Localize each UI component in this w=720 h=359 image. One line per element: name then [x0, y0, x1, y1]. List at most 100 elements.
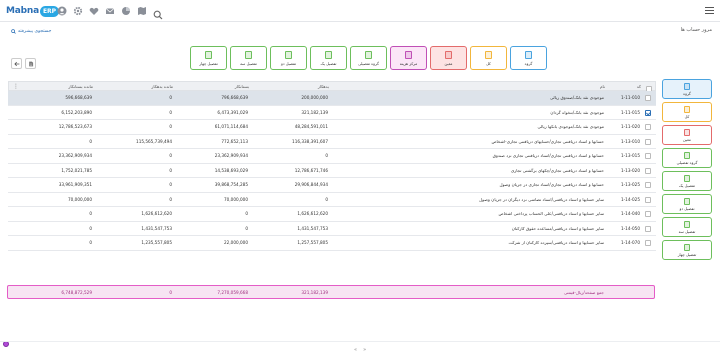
row-checkbox[interactable] [645, 138, 651, 145]
ledger-icon [684, 243, 690, 251]
group-button[interactable]: گروه تفصیلی [350, 46, 387, 70]
cell-code: 1-13-020 [620, 167, 640, 173]
ledger-icon [684, 197, 690, 205]
search-icon[interactable] [153, 5, 164, 20]
cell-balance-debit: 0 [169, 182, 172, 188]
header-balance-debit[interactable]: مانده بدهکار [93, 84, 173, 89]
arrow-left-icon [13, 61, 19, 66]
header-balance-credit[interactable]: مانده بستانکار [13, 84, 93, 89]
ledger-icon [405, 50, 412, 59]
cell-balance-debit: 1,626,612,620 [141, 211, 172, 217]
header-code[interactable]: کد [607, 84, 641, 89]
sidebar-level-button[interactable]: تفصیل چهار [662, 240, 712, 260]
header-credit[interactable]: بستانکار [173, 84, 249, 89]
table-row[interactable]: 596,668,639 0 796,668,639 200,000,000 موجودی… [8, 91, 656, 106]
cell-debit: 1,626,612,620 [297, 211, 328, 217]
total-balance-credit: 6,748,872,529 [61, 290, 92, 295]
user-icon[interactable] [56, 5, 67, 16]
cell-balance-credit: 596,668,639 [65, 95, 92, 101]
cell-debit: 0 [325, 153, 328, 159]
search-icon [11, 29, 16, 34]
table-row[interactable]: 0 1,431,547,753 0 1,431,547,753 سایر حسابها … [8, 222, 656, 236]
table-row[interactable]: 23,362,909,934 0 23,362,909,934 0 حسابها و ا… [8, 149, 656, 164]
table-row[interactable]: 0 1,235,557,805 22,000,000 1,257,557,805 سای… [8, 236, 656, 251]
table-row[interactable]: 6,152,203,890 0 6,473,391,029 321,182,139 مو… [8, 106, 656, 120]
cell-balance-credit: 0 [89, 211, 92, 217]
sidebar-level-label: کل [684, 113, 690, 119]
group-button[interactable]: کل [470, 46, 507, 70]
cell-name: سایر حسابها و اسناد دریافتنی/اسناد تضامن… [479, 196, 604, 202]
cell-credit: 70,000,000 [224, 196, 248, 202]
group-button-label: گروه [524, 60, 533, 66]
mail-icon[interactable] [104, 5, 115, 16]
table-row[interactable]: 0 1,626,612,620 0 1,626,612,620 سایر حسابها … [8, 207, 656, 222]
group-level-buttons: گروه کل معین مرکز هزینه گروه تفصیلی تفصیل یک ت… [190, 46, 547, 70]
table-row[interactable]: 70,000,000 0 70,000,000 0 سایر حسابها و اسنا… [8, 193, 656, 207]
menu-icon[interactable] [705, 7, 714, 15]
cell-debit: 48,284,591,011 [294, 124, 328, 130]
cell-balance-credit: 12,786,523,673 [58, 124, 92, 130]
row-checkbox[interactable] [645, 196, 651, 203]
group-button-label: تفصیل یک [320, 60, 337, 66]
group-button[interactable]: گروه [510, 46, 547, 70]
table-row[interactable]: 12,786,523,673 0 61,071,114,684 48,284,591,… [8, 120, 656, 135]
next-page-button[interactable]: » [363, 347, 366, 353]
ledger-icon [684, 105, 690, 113]
cell-balance-debit: 115,565,739,494 [136, 138, 172, 144]
logo[interactable]: Mabna ERP [6, 4, 60, 18]
sidebar-level-label: معین [683, 136, 691, 142]
sidebar-level-button[interactable]: تفصیل دو [662, 194, 712, 214]
sidebar-level-button[interactable]: معین [662, 125, 712, 145]
cell-name: حسابها و اسناد دریافتنی تجاری/اسناد تجار… [499, 182, 604, 188]
cell-code: 1-11-020 [620, 124, 640, 130]
cell-debit: 116,338,391,607 [292, 138, 328, 144]
row-checkbox[interactable] [645, 182, 651, 188]
pie-chart-icon[interactable] [120, 5, 131, 16]
group-button[interactable]: مرکز هزینه [390, 46, 427, 70]
row-checkbox[interactable] [645, 225, 651, 232]
row-checkbox[interactable] [645, 211, 651, 217]
header-debit[interactable]: بدهکار [249, 84, 329, 89]
table-row[interactable]: 0 115,565,739,494 772,652,113 116,338,391,6… [8, 135, 656, 149]
group-button[interactable]: تفصیل چهار [190, 46, 227, 70]
cell-code: 1-14-040 [620, 211, 640, 217]
prev-page-button[interactable]: « [354, 347, 357, 353]
cell-balance-credit: 23,362,909,934 [58, 153, 92, 159]
table-row[interactable]: 1,752,021,785 0 14,538,693,029 12,786,671,7… [8, 164, 656, 178]
cell-name: سایر حسابها و اسناد دریافتنی/مساعده حقوق… [511, 225, 604, 231]
group-button[interactable]: تفصیل دو [270, 46, 307, 70]
export-button[interactable] [25, 58, 36, 69]
logo-text: Mabna [6, 6, 39, 16]
cell-name: سایر حسابها و اسناد دریافتنی/سپرده کارکن… [508, 240, 604, 246]
sidebar-level-button[interactable]: کل [662, 102, 712, 122]
heart-icon[interactable] [88, 5, 99, 16]
group-button[interactable]: معین [430, 46, 467, 70]
cell-debit: 12,786,671,746 [294, 167, 328, 173]
back-button[interactable] [11, 58, 22, 69]
gear-icon[interactable] [72, 5, 83, 16]
row-checkbox[interactable] [645, 240, 651, 246]
group-button-label: تفصیل سه [240, 60, 257, 66]
map-icon[interactable] [136, 5, 147, 16]
group-button[interactable]: تفصیل یک [310, 46, 347, 70]
group-button[interactable]: تفصیل سه [230, 46, 267, 70]
cell-balance-credit: 33,961,909,351 [58, 182, 92, 188]
row-checkbox[interactable] [645, 95, 651, 101]
cell-balance-debit: 1,431,547,753 [141, 225, 172, 231]
header-name[interactable]: نام [335, 84, 605, 89]
cell-debit: 1,431,547,753 [297, 225, 328, 231]
cell-code: 1-13-025 [620, 182, 640, 188]
cell-name: موجودی نقد بانک/تنخواه گردان [550, 109, 604, 115]
sidebar-level-button[interactable]: گروه [662, 79, 712, 99]
sidebar-level-button[interactable]: تفصیل سه [662, 217, 712, 237]
row-checkbox[interactable] [645, 153, 651, 159]
sidebar-level-button[interactable]: گروه تفصیلی [662, 148, 712, 168]
cell-name: حسابها و اسناد دریافتنی تجاری/حسابهای در… [491, 138, 604, 144]
row-checkbox[interactable] [645, 109, 651, 116]
row-checkbox[interactable] [645, 124, 651, 130]
row-checkbox[interactable] [645, 167, 651, 174]
sidebar-level-button[interactable]: تفصیل یک [662, 171, 712, 191]
cell-balance-debit: 0 [169, 109, 172, 115]
advanced-search-link[interactable]: جستجوی پیشرفته [11, 29, 51, 34]
table-row[interactable]: 33,961,909,351 0 39,868,754,285 29,906,844,… [8, 178, 656, 193]
